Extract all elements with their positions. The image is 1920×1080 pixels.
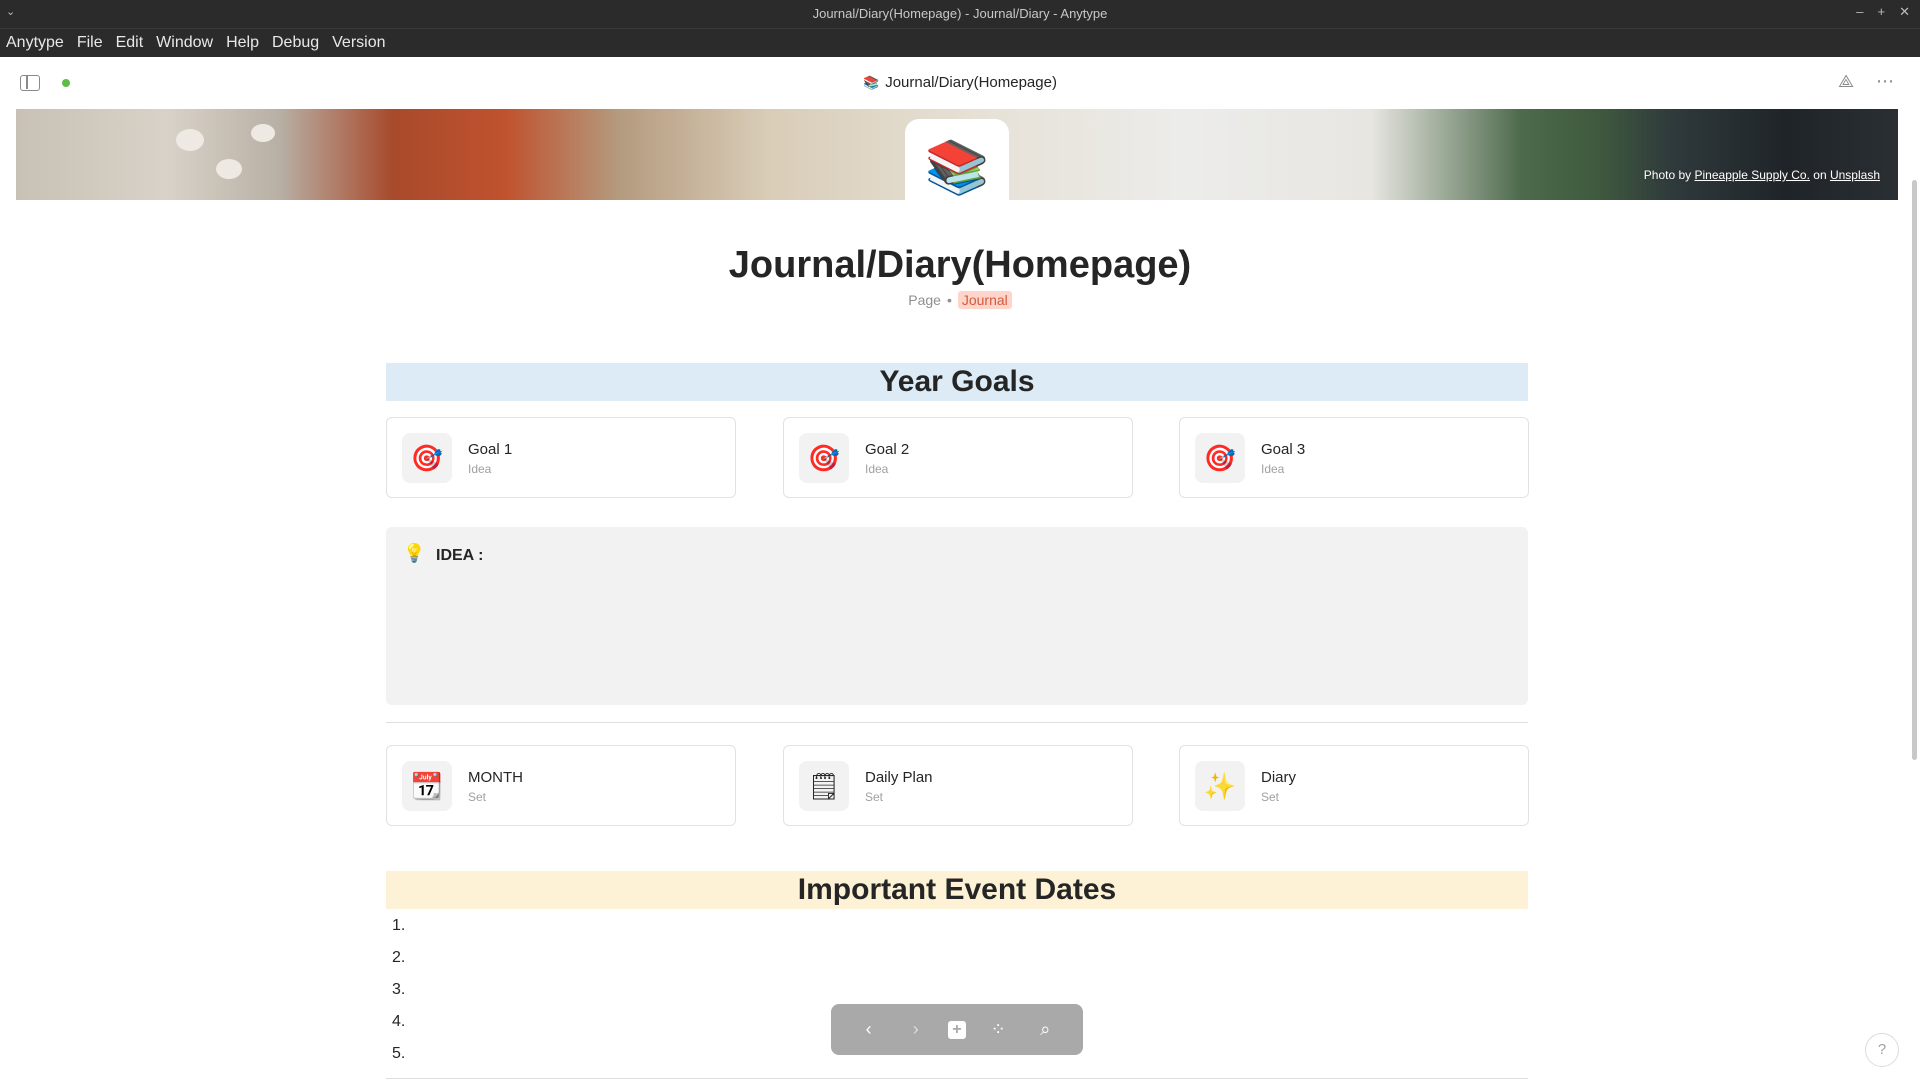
list-item[interactable]: 4. [392, 1012, 405, 1044]
header-title[interactable]: 📚 Journal/Diary(Homepage) [0, 74, 1920, 91]
window-titlebar: ⌄ Journal/Diary(Homepage) - Journal/Diar… [0, 0, 1920, 29]
calendar-icon: 📆 [402, 761, 452, 811]
card-type: Idea [1261, 462, 1285, 476]
goal-card-3[interactable]: 🎯 Goal 3 Idea [1179, 417, 1529, 498]
list-item[interactable]: 2. [392, 948, 405, 980]
set-card-daily-plan[interactable]: 🗒 Daily Plan Set [783, 745, 1133, 826]
set-card-month[interactable]: 📆 MONTH Set [386, 745, 736, 826]
help-button[interactable]: ? [1865, 1033, 1899, 1067]
list-item[interactable]: 3. [392, 980, 405, 1012]
menu-version[interactable]: Version [332, 34, 385, 52]
cover-rock-decoration [176, 129, 204, 151]
menu-help[interactable]: Help [226, 34, 259, 52]
credit-prefix: Photo by [1643, 168, 1692, 182]
window-title: Journal/Diary(Homepage) - Journal/Diary … [812, 6, 1108, 21]
menu-debug[interactable]: Debug [272, 34, 319, 52]
cover-rock-decoration [216, 159, 242, 179]
year-goals-heading[interactable]: Year Goals [386, 363, 1528, 401]
target-icon: 🎯 [799, 433, 849, 483]
credit-on: on [1813, 168, 1827, 182]
card-type: Set [1261, 790, 1280, 804]
page-icon[interactable]: 📚 [905, 119, 1009, 215]
card-type: Idea [468, 462, 492, 476]
divider [386, 1078, 1528, 1079]
meta-separator: • [946, 292, 952, 308]
credit-author-link[interactable]: Pineapple Supply Co. [1695, 168, 1810, 182]
divider [386, 722, 1528, 723]
floating-navbar: ‹ › + ⁘ ⌕ [831, 1004, 1083, 1055]
card-type: Set [865, 790, 884, 804]
cover-credit: Photo by Pineapple Supply Co. on Unsplas… [1644, 168, 1880, 182]
card-name: Goal 1 [468, 441, 513, 458]
events-heading[interactable]: Important Event Dates [386, 871, 1528, 909]
scrollbar[interactable] [1912, 180, 1917, 760]
events-list: 1. 2. 3. 4. 5. [392, 916, 405, 1076]
menu-edit[interactable]: Edit [116, 34, 144, 52]
list-item[interactable]: 5. [392, 1044, 405, 1076]
card-name: Goal 2 [865, 441, 910, 458]
page-meta: Page • Journal [0, 291, 1920, 309]
page-type[interactable]: Page [908, 292, 941, 308]
menu-bar: Anytype File Edit Window Help Debug Vers… [0, 29, 1920, 57]
set-card-diary[interactable]: ✨ Diary Set [1179, 745, 1529, 826]
callout-text[interactable]: IDEA : [436, 547, 483, 565]
list-item[interactable]: 1. [392, 916, 405, 948]
graph-icon[interactable]: ⁘ [983, 1019, 1013, 1040]
share-icon[interactable]: ⟁ [1838, 71, 1854, 92]
card-name: Diary [1261, 769, 1297, 786]
notepad-icon: 🗒 [799, 761, 849, 811]
header-page-icon: 📚 [863, 75, 880, 90]
header-title-text: Journal/Diary(Homepage) [885, 74, 1057, 91]
minimize-icon[interactable]: – [1856, 4, 1863, 20]
credit-site-link[interactable]: Unsplash [1830, 168, 1880, 182]
page-title[interactable]: Journal/Diary(Homepage) [0, 244, 1920, 287]
cover-rock-decoration [251, 124, 275, 142]
maximize-icon[interactable]: + [1878, 4, 1886, 20]
page-header: 📚 Journal/Diary(Homepage) ⟁ ⋯ [0, 57, 1920, 109]
idea-callout[interactable]: 💡 IDEA : [386, 527, 1528, 705]
window-controls: – + ✕ [1856, 4, 1910, 20]
search-icon[interactable]: ⌕ [1030, 1019, 1060, 1040]
target-icon: 🎯 [1195, 433, 1245, 483]
menu-anytype[interactable]: Anytype [6, 34, 64, 52]
page-tag[interactable]: Journal [957, 291, 1012, 309]
forward-icon[interactable]: › [901, 1019, 931, 1040]
menu-window[interactable]: Window [156, 34, 213, 52]
more-icon[interactable]: ⋯ [1876, 71, 1894, 92]
back-icon[interactable]: ‹ [854, 1019, 884, 1040]
header-actions: ⟁ ⋯ [1838, 71, 1894, 92]
goal-card-2[interactable]: 🎯 Goal 2 Idea [783, 417, 1133, 498]
lightbulb-icon[interactable]: 💡 [403, 543, 425, 564]
card-name: Goal 3 [1261, 441, 1306, 458]
close-icon[interactable]: ✕ [1899, 4, 1910, 20]
sparkles-icon: ✨ [1195, 761, 1245, 811]
plus-icon[interactable]: + [947, 1020, 966, 1039]
card-name: Daily Plan [865, 769, 933, 786]
target-icon: 🎯 [402, 433, 452, 483]
menu-file[interactable]: File [77, 34, 103, 52]
card-type: Set [468, 790, 487, 804]
goal-card-1[interactable]: 🎯 Goal 1 Idea [386, 417, 736, 498]
card-name: MONTH [468, 769, 523, 786]
card-type: Idea [865, 462, 889, 476]
